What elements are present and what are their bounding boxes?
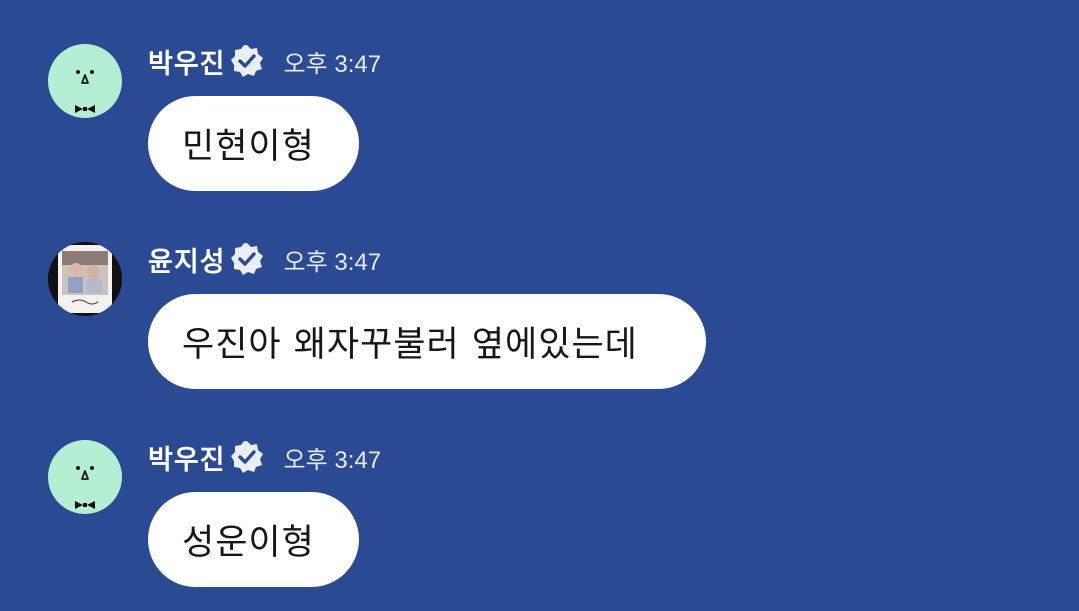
verified-badge-icon bbox=[230, 441, 263, 473]
mint-face-avatar-icon bbox=[75, 466, 95, 509]
message-bubble[interactable]: 우진아 왜자꾸불러 옆에있는데 bbox=[148, 294, 706, 389]
message-text: 민현이형 bbox=[182, 127, 315, 167]
sender-name[interactable]: 박우진 bbox=[148, 438, 226, 477]
message-text: 우진아 왜자꾸불러 옆에있는데 bbox=[182, 325, 638, 365]
sender-name[interactable]: 윤지성 bbox=[148, 240, 226, 279]
message-text: 성운이형 bbox=[182, 523, 315, 563]
message-bubble[interactable]: 민현이형 bbox=[148, 96, 359, 191]
message-time: 오후 3:47 bbox=[283, 446, 382, 474]
sender-name[interactable]: 박우진 bbox=[148, 42, 226, 81]
sender-avatar[interactable] bbox=[48, 242, 122, 316]
message-header: 박우진 오후 3:47 bbox=[148, 42, 382, 81]
photo-avatar-icon bbox=[48, 242, 122, 316]
sender-avatar[interactable] bbox=[48, 44, 122, 118]
sender-avatar[interactable] bbox=[48, 440, 122, 514]
message-bubble[interactable]: 성운이형 bbox=[148, 492, 359, 587]
verified-badge-icon bbox=[230, 45, 263, 77]
message-header: 윤지성 오후 3:47 bbox=[148, 240, 382, 279]
message-time: 오후 3:47 bbox=[283, 248, 382, 276]
mint-face-avatar-icon bbox=[75, 70, 95, 113]
message-time: 오후 3:47 bbox=[283, 50, 382, 78]
message-header: 박우진 오후 3:47 bbox=[148, 438, 382, 477]
verified-badge-icon bbox=[230, 243, 263, 275]
